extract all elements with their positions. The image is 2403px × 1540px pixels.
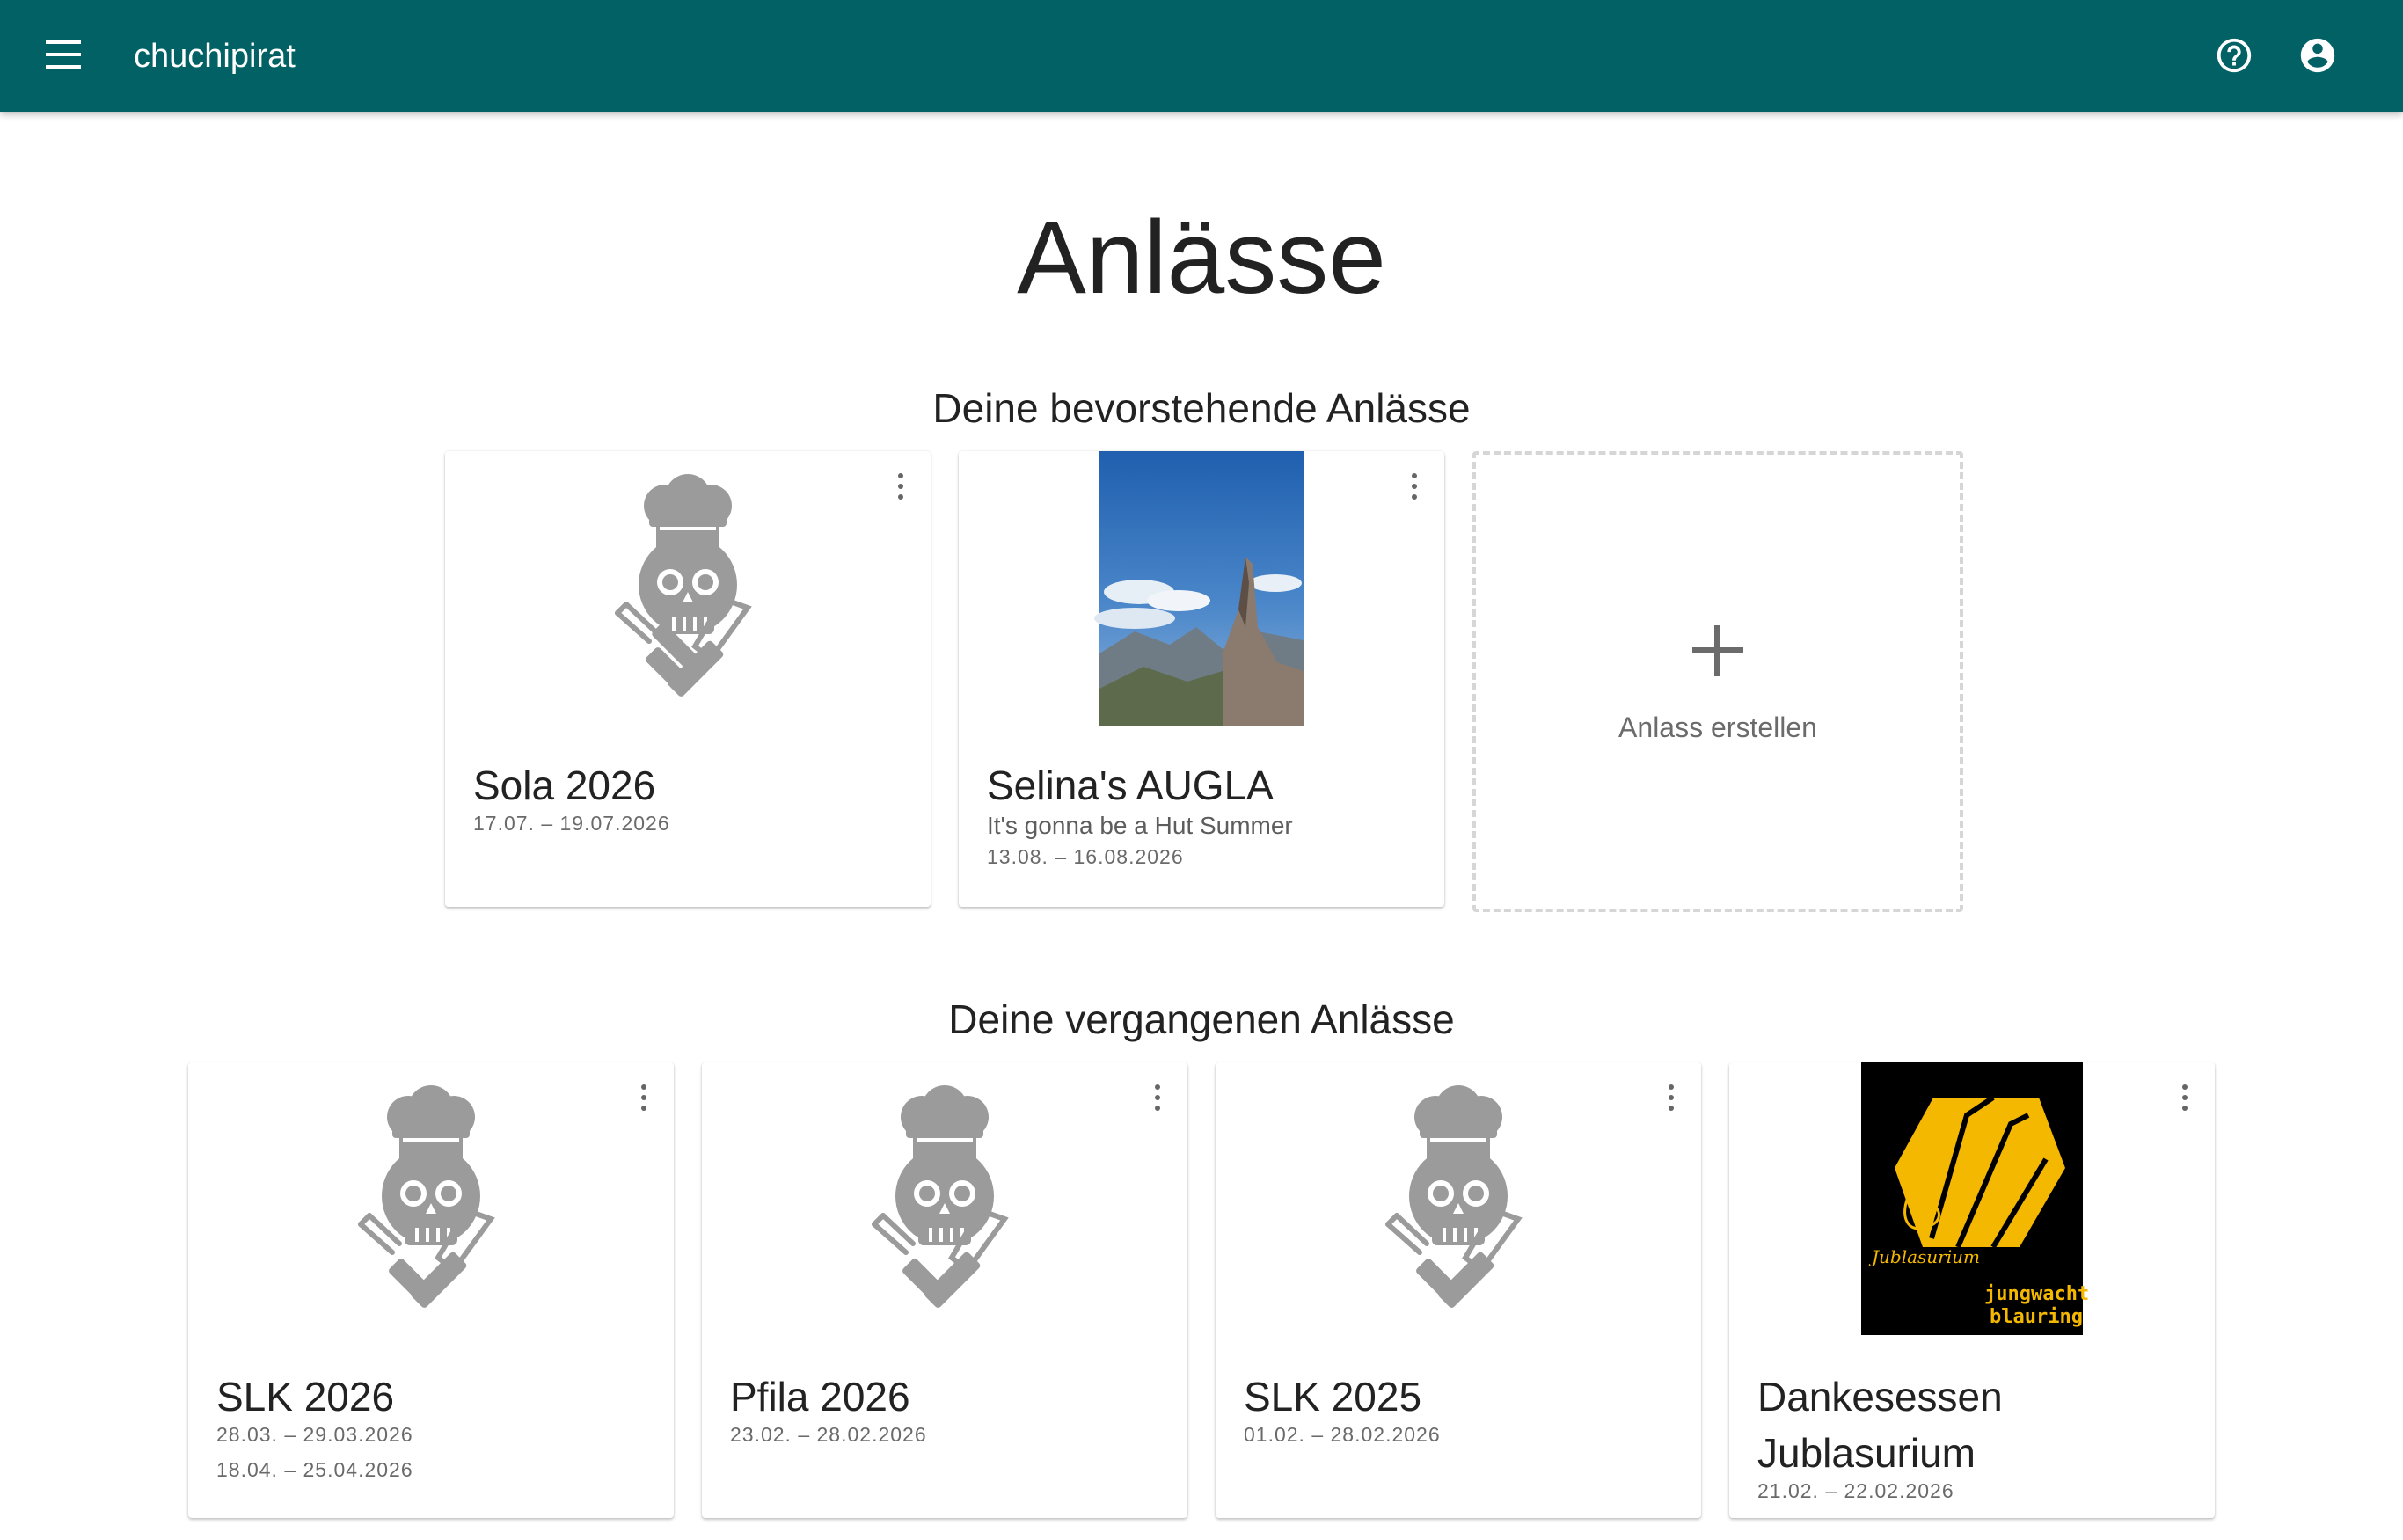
create-event-card[interactable]: Anlass erstellen [1472, 451, 1963, 912]
event-date: 21.02. – 22.02.2026 [1757, 1479, 1954, 1502]
event-subtitle: It's gonna be a Hut Summer [987, 812, 1293, 839]
event-title: Selina's AUGLA [987, 763, 1274, 808]
event-title: Dankesessen Jublasurium [1757, 1374, 2003, 1476]
event-title: Sola 2026 [473, 763, 656, 808]
event-card[interactable]: Sola 2026 17.07. – 19.07.2026 [445, 451, 931, 907]
page-title: Anlässe [1017, 200, 1386, 316]
event-date: 18.04. – 25.04.2026 [216, 1458, 413, 1481]
help-circle-icon[interactable] [2214, 35, 2254, 76]
event-date: 28.03. – 29.03.2026 [216, 1423, 413, 1446]
event-date: 13.08. – 16.08.2026 [987, 845, 1184, 868]
mountain-photo [959, 451, 1444, 726]
account-circle-icon[interactable] [2297, 35, 2338, 76]
chef-skull-placeholder-icon [445, 451, 931, 726]
event-date: 01.02. – 28.02.2026 [1244, 1423, 1441, 1446]
more-vert-icon[interactable] [2176, 1082, 2194, 1113]
more-vert-icon[interactable] [892, 471, 909, 502]
event-title: SLK 2025 [1244, 1374, 1422, 1420]
upcoming-section-title: Deine bevorstehende Anlässe [932, 385, 1471, 431]
event-card[interactable]: SLK 2025 01.02. – 28.02.2026 [1216, 1062, 1701, 1518]
chef-skull-placeholder-icon [1216, 1062, 1701, 1338]
event-date: 23.02. – 28.02.2026 [730, 1423, 927, 1446]
more-vert-icon[interactable] [1662, 1082, 1680, 1113]
svg-text:blauring: blauring [1990, 1306, 2083, 1328]
chef-skull-placeholder-icon [702, 1062, 1187, 1338]
past-section-title: Deine vergangenen Anlässe [948, 996, 1455, 1042]
app-bar: chuchipirat [0, 0, 2403, 112]
event-card[interactable]: SLK 2026 28.03. – 29.03.2026 18.04. – 25… [188, 1062, 674, 1518]
more-vert-icon[interactable] [1149, 1082, 1166, 1113]
chef-skull-placeholder-icon [188, 1062, 674, 1338]
event-title: SLK 2026 [216, 1374, 395, 1420]
logo-text: Jublasurium [1868, 1246, 1980, 1267]
app-title[interactable]: chuchipirat [134, 36, 296, 77]
event-card[interactable]: Jublasurium jungwacht blauring Dankesess… [1729, 1062, 2215, 1518]
event-card[interactable]: Pfila 2026 23.02. – 28.02.2026 [702, 1062, 1187, 1518]
more-vert-icon[interactable] [635, 1082, 653, 1113]
event-date: 17.07. – 19.07.2026 [473, 812, 670, 835]
menu-icon[interactable] [46, 40, 81, 70]
event-card[interactable]: Selina's AUGLA It's gonna be a Hut Summe… [959, 451, 1444, 907]
more-vert-icon[interactable] [1406, 471, 1423, 502]
jublasurium-logo: Jublasurium jungwacht blauring [1729, 1062, 2215, 1338]
svg-text:jungwacht: jungwacht [1984, 1283, 2089, 1305]
plus-icon [1692, 625, 1743, 676]
create-event-label: Anlass erstellen [1618, 712, 1817, 743]
event-title: Pfila 2026 [730, 1374, 910, 1420]
